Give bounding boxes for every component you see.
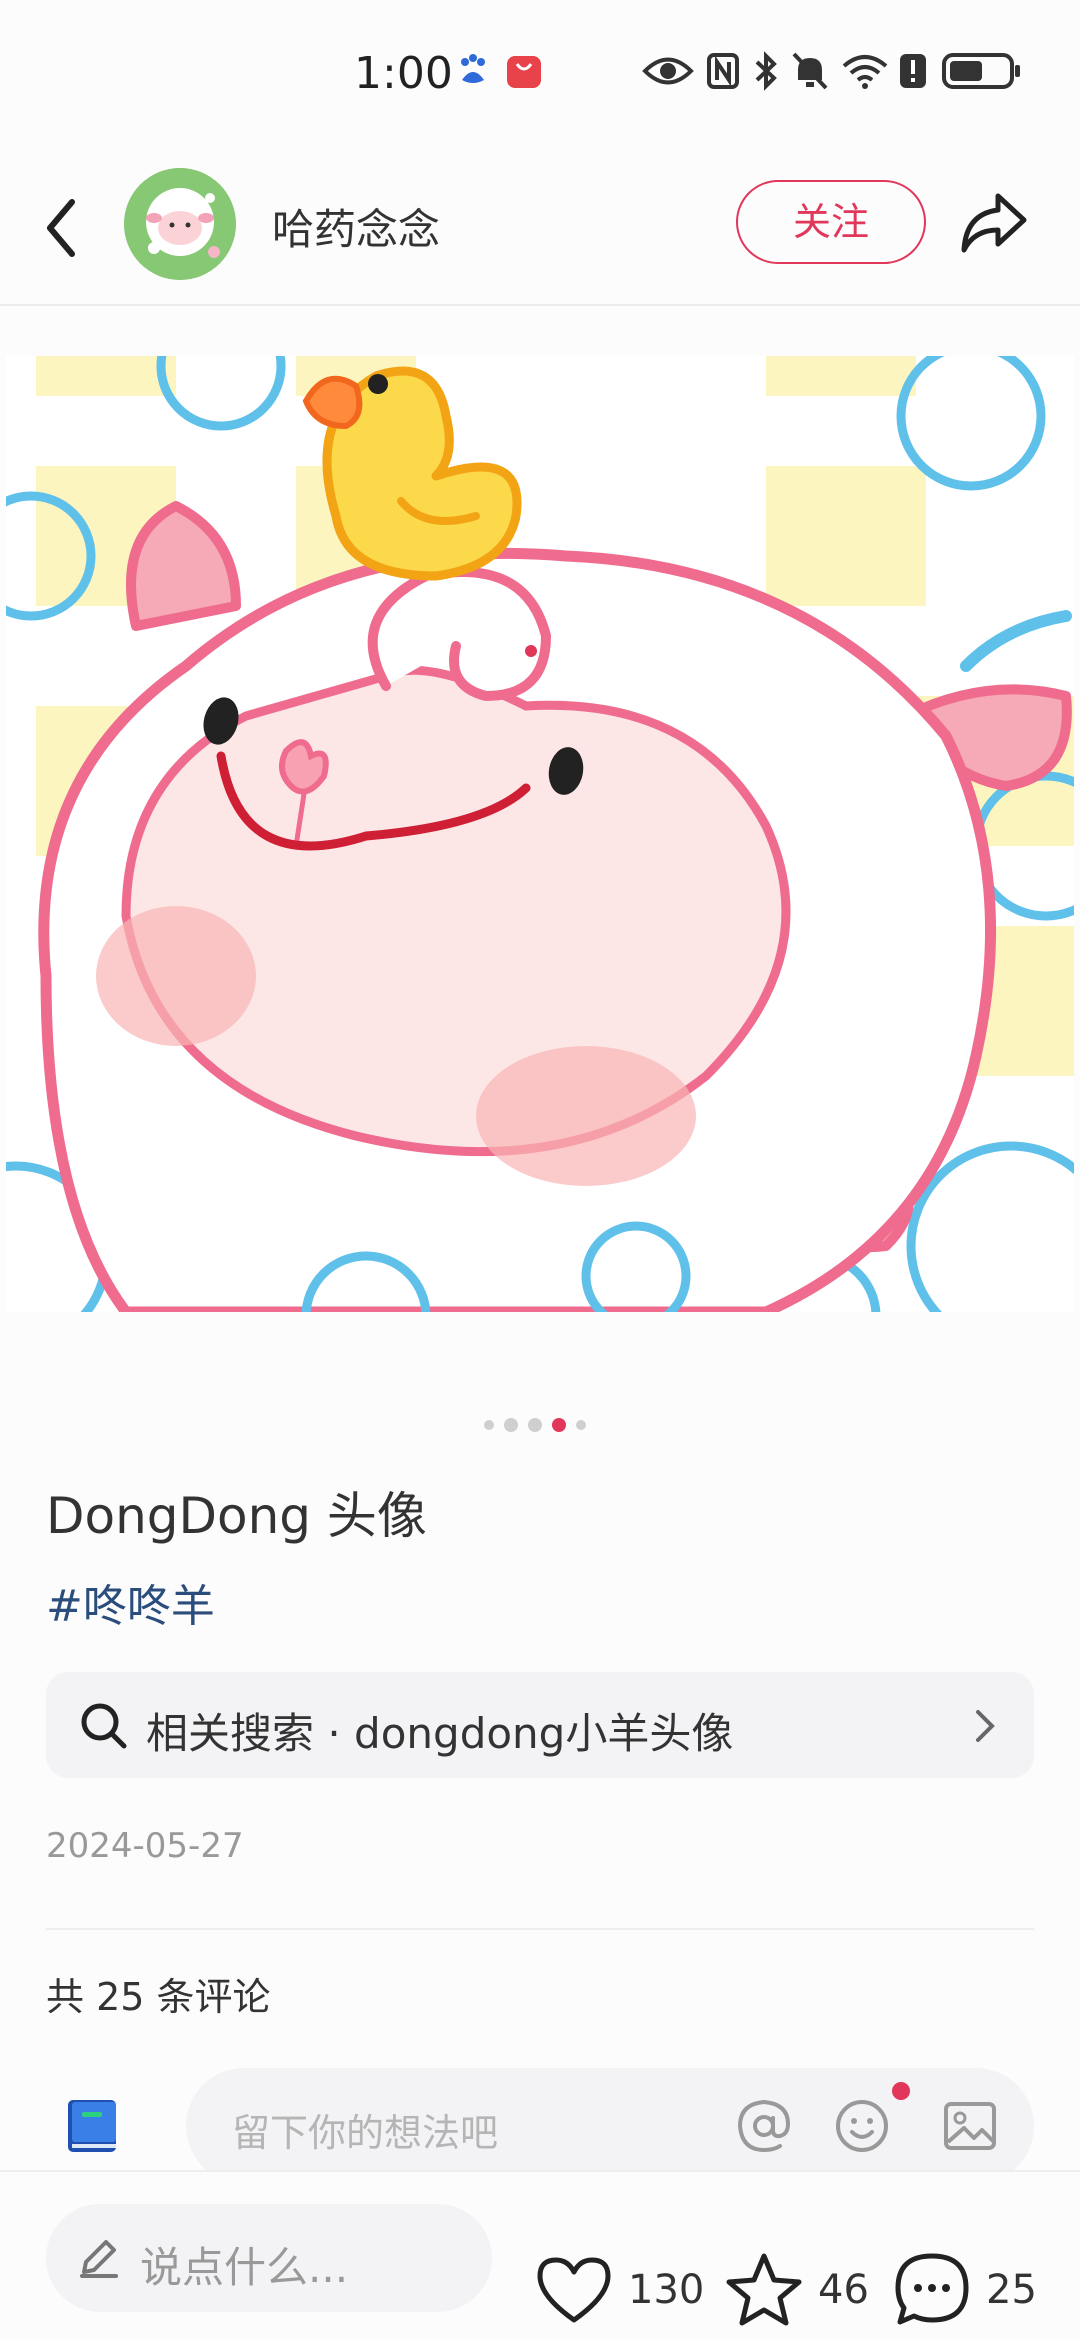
chevron-right-icon: [976, 1710, 995, 1742]
author-avatar[interactable]: [124, 168, 236, 280]
say-something-placeholder: 说点什么...: [140, 2243, 349, 2292]
like-count: 130: [628, 2267, 705, 2313]
divider: [46, 1928, 1034, 1930]
comment-icon: [895, 2253, 969, 2325]
alert-icon: [900, 54, 926, 88]
related-search-text: 相关搜索 · dongdong小羊头像: [146, 1709, 734, 1758]
eye-icon: [642, 57, 694, 85]
battery-icon: [942, 53, 1020, 89]
image-icon[interactable]: [940, 2096, 1000, 2156]
related-search-bar[interactable]: 相关搜索 · dongdong小羊头像: [46, 1672, 1034, 1778]
pencil-icon: [80, 2240, 118, 2278]
mute-icon: [792, 52, 828, 90]
comment-count-badge: 25: [986, 2267, 1037, 2313]
favorite-count: 46: [818, 2267, 869, 2313]
carousel-dot-active: [552, 1418, 566, 1432]
comment-placeholder: 留下你的想法吧: [232, 2111, 499, 2155]
wifi-icon: [842, 55, 888, 89]
mention-icon[interactable]: [734, 2096, 794, 2156]
carousel-indicator: [484, 1415, 586, 1435]
say-something-input[interactable]: 说点什么...: [46, 2204, 492, 2312]
share-icon[interactable]: [956, 186, 1030, 260]
heart-icon: [537, 2257, 611, 2323]
nfc-icon: [707, 53, 739, 89]
post-header: 哈药念念 关注: [0, 150, 1080, 306]
status-time: 1:00: [354, 48, 453, 99]
carousel-dot: [576, 1420, 586, 1430]
author-name[interactable]: 哈药念念: [272, 196, 440, 257]
huawei-store-icon: [507, 56, 541, 88]
notification-dot: [892, 2082, 910, 2100]
baidu-icon: [461, 54, 485, 83]
comment-count: 共 25 条评论: [46, 1975, 271, 2019]
carousel-dot: [484, 1420, 494, 1430]
emoji-icon[interactable]: [832, 2096, 892, 2156]
comment-input[interactable]: 留下你的想法吧: [186, 2068, 1034, 2184]
back-button[interactable]: [36, 192, 92, 264]
post-title: DongDong 头像: [46, 1487, 427, 1545]
favorite-button[interactable]: 46: [724, 2250, 869, 2330]
post-image[interactable]: [6, 356, 1074, 1312]
post-hashtag[interactable]: #咚咚羊: [46, 1570, 215, 1634]
carousel-dot: [528, 1418, 542, 1432]
carousel-dot: [504, 1418, 518, 1432]
bluetooth-icon: [755, 51, 777, 91]
post-date: 2024-05-27: [46, 1826, 244, 1866]
search-icon: [81, 1703, 127, 1749]
notebook-icon[interactable]: [64, 2098, 120, 2154]
follow-button[interactable]: 关注: [736, 180, 926, 264]
like-button[interactable]: 130: [534, 2250, 704, 2330]
status-bar: 1:00: [0, 0, 1080, 150]
comment-button[interactable]: 25: [892, 2250, 1037, 2330]
star-icon: [726, 2253, 802, 2326]
